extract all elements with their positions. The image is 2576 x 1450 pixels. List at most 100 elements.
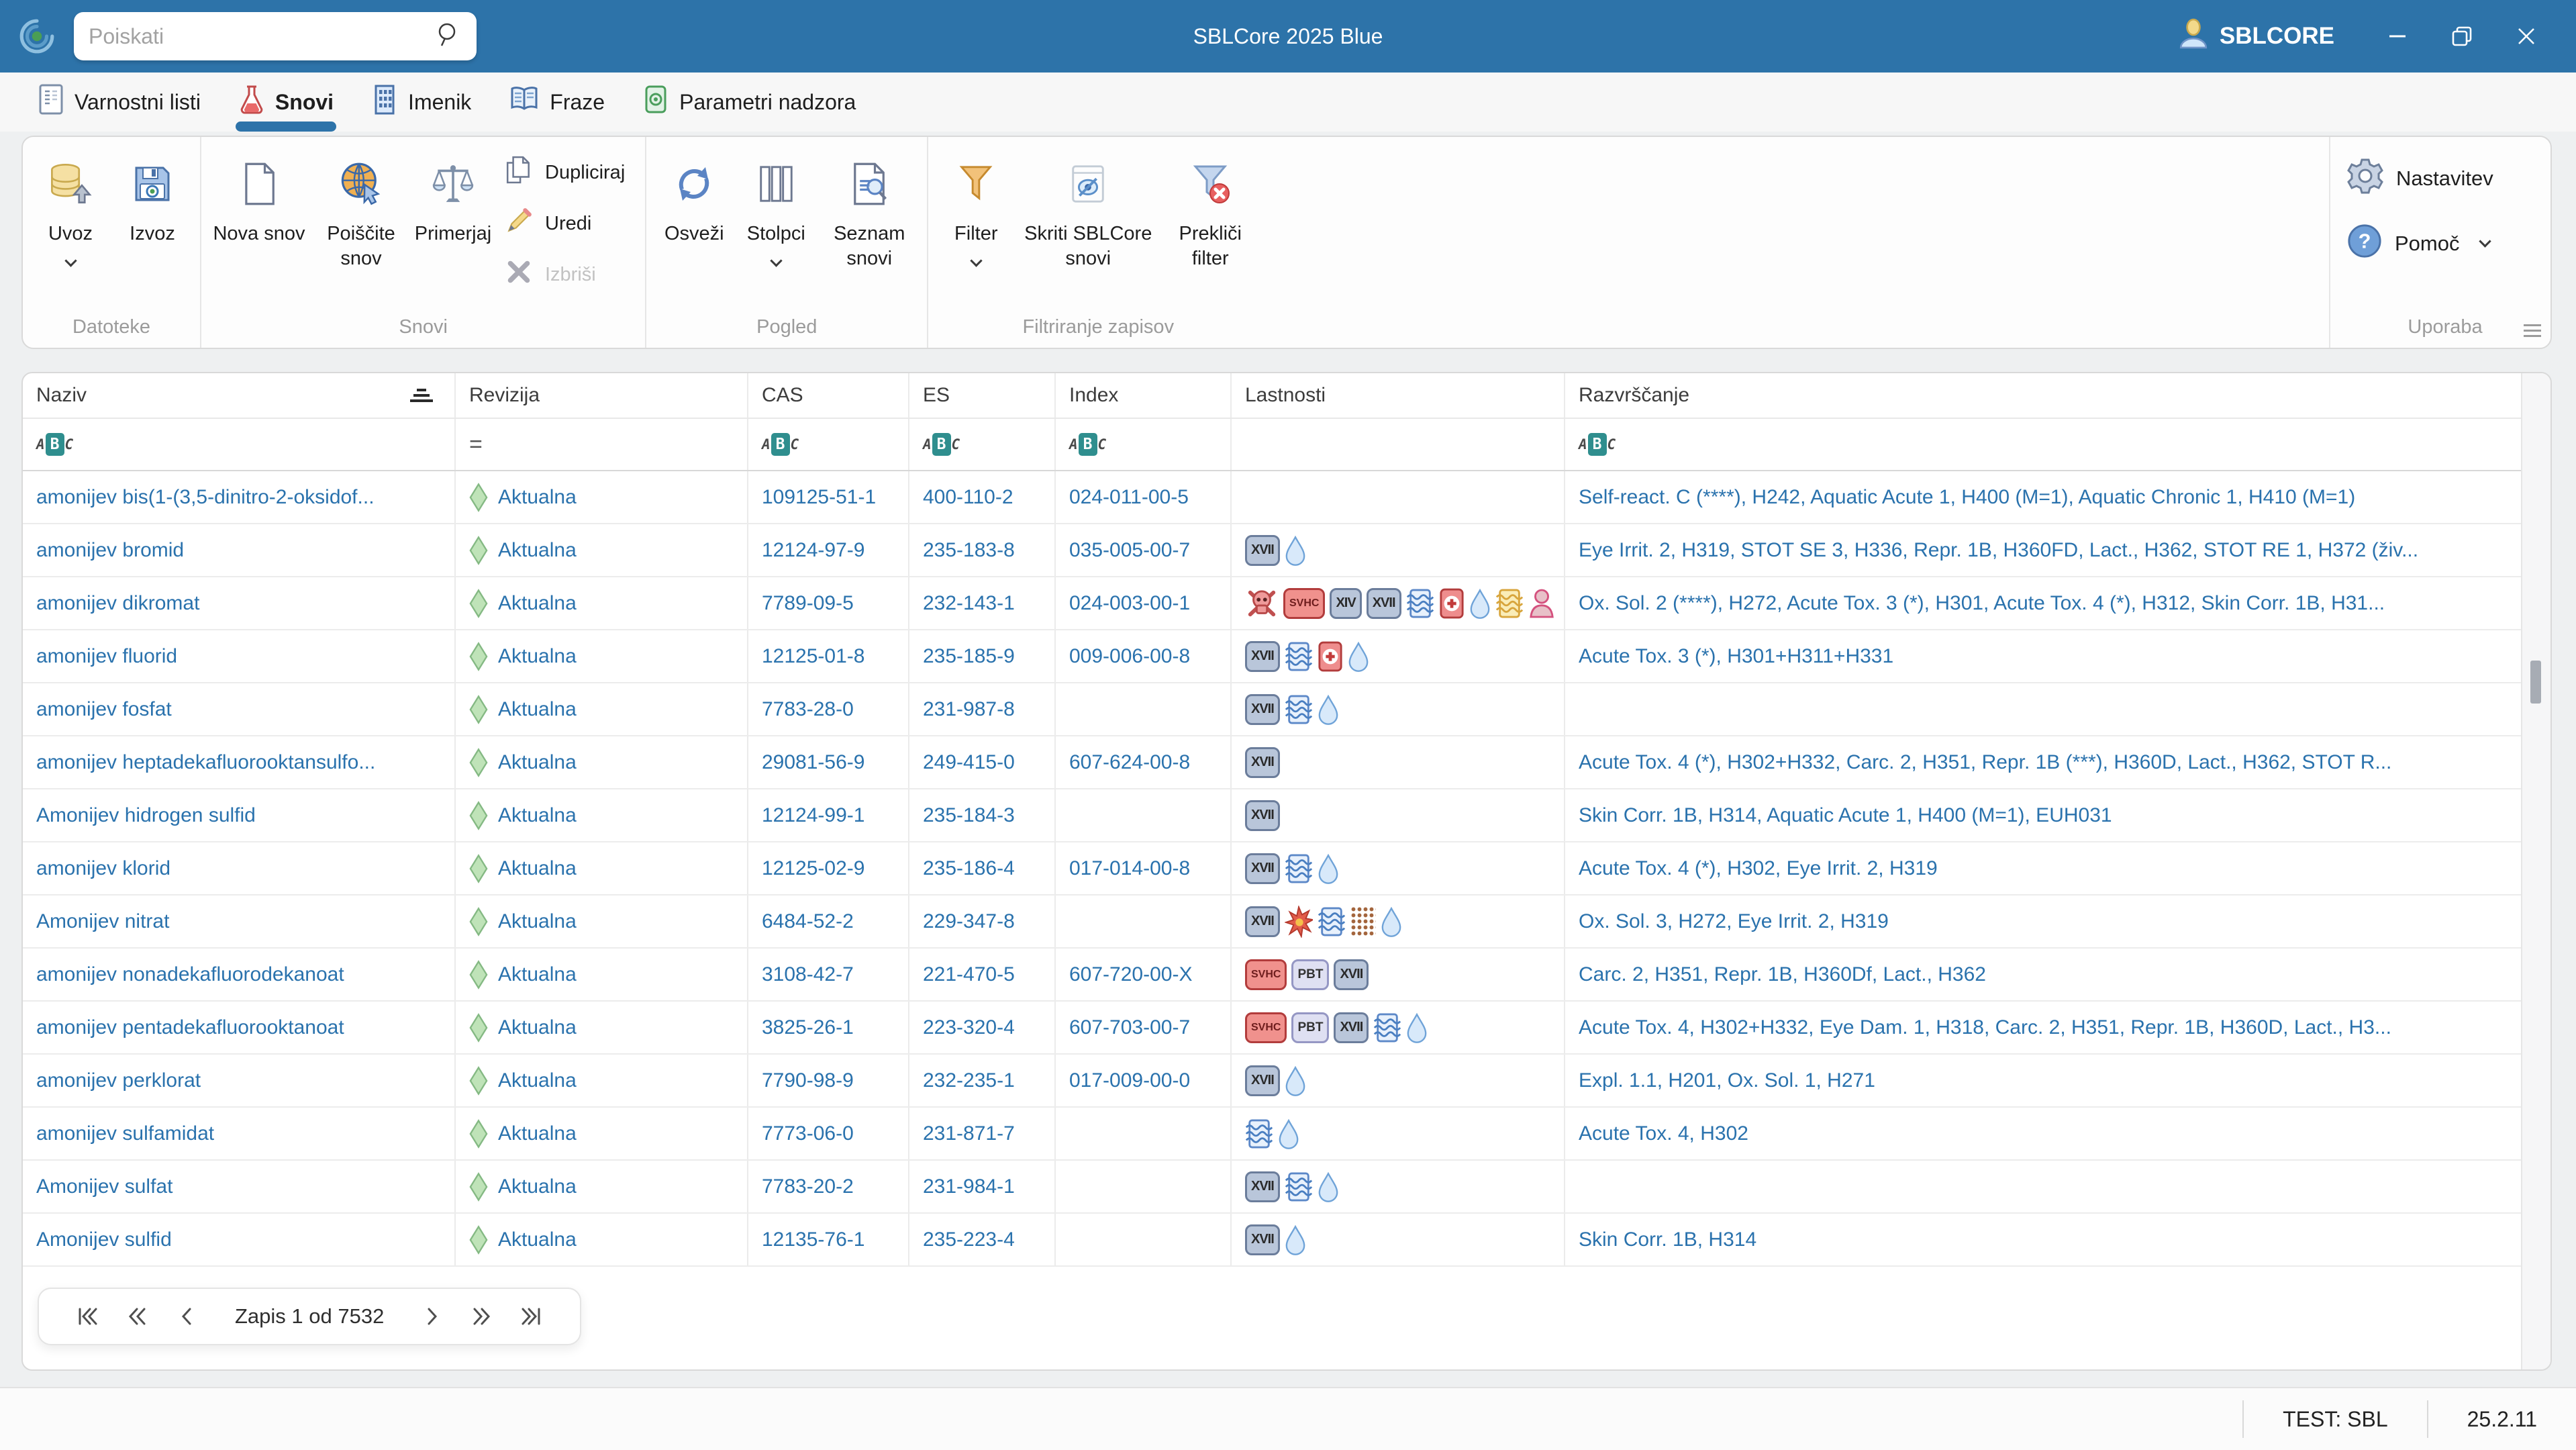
close-button[interactable] [2494,9,2559,63]
table-row[interactable]: amonijev perklorat Aktualna 7790-98-9 232-2… [23,1055,2521,1108]
properties-cell: SVHC PBT XVII [1232,1002,1565,1053]
minimize-button[interactable] [2365,9,2430,63]
column-header-revizija[interactable]: Revizija [456,373,748,418]
substance-name-link[interactable]: amonijev klorid [36,857,170,880]
seznam-snovi-button[interactable]: Seznam snovi [818,137,920,271]
substance-name-link[interactable]: amonijev bis(1-(3,5-dinitro-2-oksidof... [36,486,375,509]
water-drop-icon [1285,1224,1306,1255]
uredi-button[interactable]: Uredi [505,207,625,240]
titlebar: SBLCore 2025 Blue SBLCORE [0,0,2576,72]
izvoz-button[interactable]: Izvoz [111,137,193,246]
poiscite-snov-button[interactable]: Poiščite snov [310,137,412,271]
column-header-razvrscanje[interactable]: Razvrščanje [1565,373,2521,418]
table-row[interactable]: amonijev fluorid Aktualna 12125-01-8 235-18… [23,630,2521,683]
properties-cell: XVII [1232,524,1565,576]
dust-particles-icon [1350,906,1376,937]
fast-forward-button[interactable] [456,1305,506,1328]
substance-name-link[interactable]: amonijev dikromat [36,592,199,615]
last-page-button[interactable] [506,1305,556,1328]
preklici-filter-button[interactable]: Prekliči filter [1159,137,1261,271]
dupliciraj-button[interactable]: Dupliciraj [505,156,625,189]
filter-cell-revizija[interactable]: = [456,419,748,470]
substance-name-link[interactable]: amonijev bromid [36,539,184,562]
table-row[interactable]: amonijev bis(1-(3,5-dinitro-2-oksidof...… [23,471,2521,524]
osvezi-button[interactable]: Osveži [653,137,735,246]
substance-name-link[interactable]: amonijev sulfamidat [36,1122,214,1145]
classification-cell: Acute Tox. 4 (*), H302+H332, Carc. 2, H3… [1579,751,2392,773]
substance-name-link[interactable]: amonijev fluorid [36,645,177,668]
table-row[interactable]: Amonijev sulfat Aktualna 7783-20-2 231-984-… [23,1161,2521,1214]
substance-name-link[interactable]: amonijev pentadekafluorooktanoat [36,1016,344,1039]
xvii-badge-icon: XVII [1366,587,1401,619]
filter-cell-cas[interactable]: ABC [748,419,909,470]
pomoc-button[interactable]: ? Pomoč [2346,223,2492,264]
substance-name-link[interactable]: Amonijev sulfid [36,1228,172,1251]
fast-back-button[interactable] [113,1305,162,1328]
button-label: Prekliči filter [1179,223,1242,270]
substance-name-link[interactable]: Amonijev nitrat [36,910,169,933]
table-row[interactable]: amonijev bromid Aktualna 12124-97-9 235-183… [23,524,2521,577]
search-input[interactable] [89,23,435,49]
column-header-index[interactable]: Index [1056,373,1232,418]
skriti-sblcore-snovi-button[interactable]: Skriti SBLCore snovi [1017,137,1159,271]
substance-name-link[interactable]: Amonijev hidrogen sulfid [36,804,256,827]
table-row[interactable]: amonijev nonadekafluorodekanoat Aktualna 3… [23,949,2521,1002]
search-icon[interactable] [435,21,462,52]
next-page-button[interactable] [407,1305,456,1328]
pagination-bar: Zapis 1 od 7532 [38,1288,582,1345]
filter-cell-index[interactable]: ABC [1056,419,1232,470]
previous-page-button[interactable] [162,1305,212,1328]
user-account-button[interactable]: SBLCORE [2178,18,2334,55]
classification-cell: Self-react. C (****), H242, Aquatic Acut… [1579,485,2356,508]
table-row[interactable]: amonijev dikromat Aktualna 7789-09-5 232-14… [23,577,2521,630]
tab-snovi[interactable]: Snovi [219,72,352,132]
table-row[interactable]: amonijev pentadekafluorooktanoat Aktualna… [23,1002,2521,1055]
table-row[interactable]: amonijev sulfamidat Aktualna 7773-06-0 231-… [23,1108,2521,1161]
ribbon-group-snovi: Nova snov Poiščite snov Primerjaj Duplic… [201,137,645,348]
scrollbar-thumb[interactable] [2530,661,2541,704]
column-header-es[interactable]: ES [909,373,1056,418]
table-row[interactable]: amonijev heptadekafluorooktansulfo... Akt… [23,736,2521,789]
uvoz-button[interactable]: Uvoz [30,137,111,267]
substance-name-link[interactable]: amonijev perklorat [36,1069,201,1092]
primerjaj-button[interactable]: Primerjaj [412,137,494,246]
tab-varnostni-listi[interactable]: Varnostni listi [19,72,219,132]
revision-diamond-icon [469,641,488,672]
es-cell: 235-183-8 [909,524,1056,576]
table-row[interactable]: Amonijev nitrat Aktualna 6484-52-2 229-347-… [23,896,2521,949]
filter-cell-razvrščanje[interactable]: ABC [1565,419,2521,470]
pbt-badge-icon: PBT [1291,959,1330,990]
first-page-button[interactable] [63,1305,113,1328]
table-row[interactable]: Amonijev sulfid Aktualna 12135-76-1 235-223… [23,1214,2521,1267]
substance-name-link[interactable]: amonijev nonadekafluorodekanoat [36,963,344,986]
table-body: amonijev bis(1-(3,5-dinitro-2-oksidof...… [23,471,2550,1267]
substance-name-cell: Amonijev sulfat [23,1161,456,1212]
group-menu-icon[interactable] [2524,324,2541,337]
table-row[interactable]: Amonijev hidrogen sulfid Aktualna 12124-99… [23,789,2521,842]
nova-snov-button[interactable]: Nova snov [208,137,310,246]
tab-imenik[interactable]: Imenik [352,72,490,132]
filter-button[interactable]: Filter [935,137,1017,267]
maximize-restore-button[interactable] [2430,9,2494,63]
substance-name-link[interactable]: amonijev heptadekafluorooktansulfo... [36,751,375,774]
column-header-cas[interactable]: CAS [748,373,909,418]
revision-diamond-icon [469,482,488,513]
table-row[interactable]: amonijev klorid Aktualna 12125-02-9 235-186… [23,842,2521,896]
xvii-badge-icon: XVII [1245,906,1280,937]
column-header-naziv[interactable]: Naziv [23,373,456,418]
nastavitev-button[interactable]: Nastavitev [2346,157,2493,200]
filter-cell-es[interactable]: ABC [909,419,1056,470]
substance-name-link[interactable]: amonijev fosfat [36,698,172,721]
stolpci-button[interactable]: Stolpci [735,137,817,267]
table-row[interactable]: amonijev fosfat Aktualna 7783-28-0 231-987-… [23,683,2521,736]
column-header-lastnosti[interactable]: Lastnosti [1232,373,1565,418]
revision-cell: Aktualna [456,1002,748,1053]
sort-ascending-icon[interactable] [410,389,433,402]
substance-name-link[interactable]: Amonijev sulfat [36,1175,172,1198]
classification-cell: Ox. Sol. 3, H272, Eye Irrit. 2, H319 [1579,910,1889,932]
tab-parametri-nadzora[interactable]: Parametri nadzora [624,72,875,132]
filter-cell-naziv[interactable]: ABC [23,419,456,470]
filter-cell-lastnosti[interactable] [1232,419,1565,470]
tab-fraze[interactable]: Fraze [490,72,624,132]
vertical-scrollbar [2521,373,2550,1369]
